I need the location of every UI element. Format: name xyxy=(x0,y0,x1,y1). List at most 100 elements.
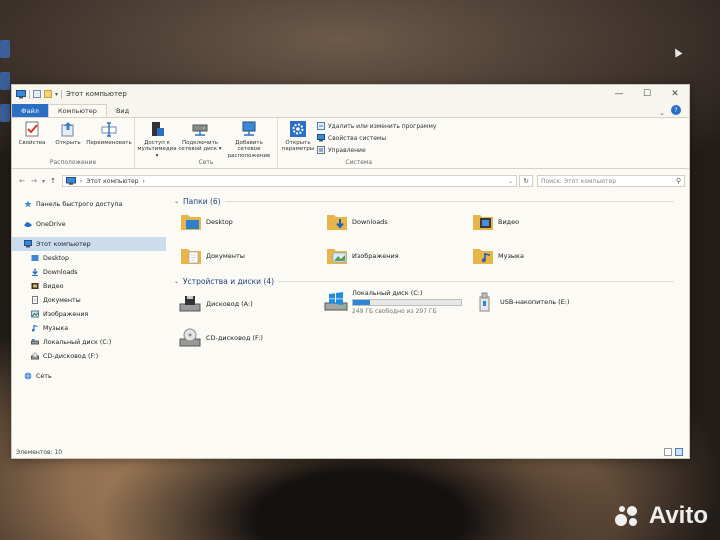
minimize-button[interactable]: — xyxy=(605,85,633,103)
main-area: Панель быстрого доступа OneDrive Этот ко… xyxy=(12,193,689,446)
folder-videos[interactable]: Видео xyxy=(472,211,519,233)
nav-cd-drive-f[interactable]: CD-дисковод (F:) xyxy=(12,349,166,363)
media-access-button[interactable]: Доступ к мультимедиа ▾ xyxy=(137,120,177,159)
status-bar: Элементов: 10 xyxy=(12,446,689,458)
rename-button[interactable]: Переименовать xyxy=(86,120,132,159)
add-network-location-button[interactable]: Добавить сетевое расположение xyxy=(224,120,274,159)
music-folder-icon xyxy=(473,249,493,264)
folder-desktop[interactable]: Desktop xyxy=(180,211,233,233)
tab-computer[interactable]: Компьютер xyxy=(47,104,107,117)
chevron-down-icon: ⌄ xyxy=(174,198,180,205)
properties-quick-icon[interactable] xyxy=(33,90,41,98)
recent-locations-chevron-icon[interactable]: ▾ xyxy=(40,178,47,185)
open-icon xyxy=(61,122,74,137)
tab-view[interactable]: Вид xyxy=(107,104,138,117)
desktop-shortcut-icon[interactable] xyxy=(0,104,10,122)
video-icon xyxy=(31,283,39,289)
help-icon[interactable]: ? xyxy=(671,105,681,115)
section-divider xyxy=(278,281,674,282)
navigation-pane: Панель быстрого доступа OneDrive Этот ко… xyxy=(12,193,166,446)
up-arrow-icon[interactable]: ↑ xyxy=(47,177,59,185)
drive-local-c[interactable]: Локальный диск (C:) 249 ГБ свободно из 2… xyxy=(324,289,462,315)
section-divider xyxy=(224,201,674,202)
refresh-icon[interactable]: ↻ xyxy=(519,175,533,187)
collapse-ribbon-icon[interactable]: ⌄ xyxy=(653,109,671,117)
folders-section-header[interactable]: ⌄ Папки (6) xyxy=(174,197,674,206)
ribbon-group-label: Система xyxy=(345,159,373,166)
avito-wordmark: Avito xyxy=(648,502,708,529)
desktop-shortcut-icon[interactable] xyxy=(0,72,10,90)
details-view-icon[interactable] xyxy=(664,448,672,456)
file-explorer-window: ▾ Этот компьютер — ☐ ✕ Файл Компьютер Ви… xyxy=(11,84,690,459)
system-properties-button[interactable]: Свойства системы xyxy=(317,133,436,143)
rename-icon xyxy=(101,122,117,137)
floppy-drive-icon xyxy=(179,296,201,312)
tab-file[interactable]: Файл xyxy=(12,104,48,117)
folder-documents[interactable]: Документы xyxy=(180,245,245,267)
ribbon: Свойства Открыть Переименовать Расположе… xyxy=(12,117,689,169)
windows-drive-icon xyxy=(324,292,348,311)
folder-pictures[interactable]: Изображения xyxy=(326,245,399,267)
nav-music[interactable]: Музыка xyxy=(12,321,166,335)
disk-usage-fill xyxy=(353,300,371,305)
new-folder-quick-icon[interactable] xyxy=(44,90,52,98)
ribbon-group-label: Расположение xyxy=(49,159,97,166)
quick-access-toolbar: ▾ xyxy=(16,89,63,99)
search-icon: ⚲ xyxy=(675,177,681,185)
properties-icon xyxy=(25,121,39,137)
ribbon-group-label: Сеть xyxy=(198,159,214,166)
uninstall-program-button[interactable]: Удалить или изменить программу xyxy=(317,121,436,131)
desktop-shortcut-icon[interactable] xyxy=(0,40,10,58)
breadcrumb-separator-icon: › xyxy=(142,177,145,185)
search-input[interactable]: Поиск: Этот компьютер ⚲ xyxy=(537,175,685,187)
open-settings-button[interactable]: Открыть параметры xyxy=(281,120,315,159)
usb-drive-icon xyxy=(479,292,490,312)
drive-floppy-a[interactable]: Дисковод (A:) xyxy=(178,293,253,315)
document-icon xyxy=(32,296,38,304)
forward-arrow-icon[interactable]: → xyxy=(28,177,40,185)
folder-music[interactable]: Музыка xyxy=(472,245,524,267)
large-icons-view-icon[interactable] xyxy=(675,448,683,456)
open-button[interactable]: Открыть xyxy=(51,120,85,159)
ribbon-group-system: Открыть параметры Удалить или изменить п… xyxy=(278,118,439,168)
cd-drive-icon xyxy=(179,328,201,347)
nav-desktop[interactable]: Desktop xyxy=(12,251,166,265)
close-button[interactable]: ✕ xyxy=(661,85,689,103)
drive-usb-e[interactable]: USB-накопитель (E:) xyxy=(472,291,570,313)
address-history-chevron-icon[interactable]: ⌄ xyxy=(508,178,513,185)
network-drive-icon xyxy=(192,124,208,136)
ribbon-group-location: Свойства Открыть Переименовать Расположе… xyxy=(12,118,135,168)
nav-downloads[interactable]: Downloads xyxy=(12,265,166,279)
nav-onedrive[interactable]: OneDrive xyxy=(12,217,166,231)
maximize-button[interactable]: ☐ xyxy=(633,85,661,103)
nav-quick-access[interactable]: Панель быстрого доступа xyxy=(12,197,166,211)
properties-button[interactable]: Свойства xyxy=(15,120,49,159)
disk-usage-bar xyxy=(352,299,462,306)
manage-button[interactable]: Управление xyxy=(317,145,436,155)
desktop-folder-icon xyxy=(181,215,201,230)
address-input[interactable]: › Этот компьютер › ⌄ xyxy=(62,175,517,187)
uninstall-icon xyxy=(317,122,325,130)
content-pane: ⌄ Папки (6) Desktop Downloads Видео Доку… xyxy=(166,193,689,446)
back-arrow-icon[interactable]: ← xyxy=(16,177,28,185)
computer-icon xyxy=(24,240,32,248)
item-count: Элементов: 10 xyxy=(16,448,63,456)
network-icon xyxy=(24,372,32,380)
nav-this-pc[interactable]: Этот компьютер xyxy=(12,237,166,251)
nav-pictures[interactable]: Изображения xyxy=(12,307,166,321)
folder-downloads[interactable]: Downloads xyxy=(326,211,388,233)
nav-network[interactable]: Сеть xyxy=(12,369,166,383)
customize-toolbar-chevron-icon[interactable]: ▾ xyxy=(55,91,58,98)
breadcrumb-this-pc[interactable]: Этот компьютер xyxy=(86,178,138,185)
star-icon xyxy=(24,200,32,208)
chevron-down-icon: ⌄ xyxy=(174,278,180,285)
pictures-folder-icon xyxy=(327,249,347,264)
nav-videos[interactable]: Видео xyxy=(12,279,166,293)
download-arrow-icon xyxy=(32,268,38,276)
nav-documents[interactable]: Документы xyxy=(12,293,166,307)
map-network-drive-button[interactable]: Подключить сетевой диск ▾ xyxy=(178,120,222,159)
drive-cd-f[interactable]: CD-дисковод (F:) xyxy=(178,327,263,349)
nav-local-disk-c[interactable]: Локальный диск (C:) xyxy=(12,335,166,349)
devices-section-header[interactable]: ⌄ Устройства и диски (4) xyxy=(174,277,674,286)
computer-icon xyxy=(66,177,76,185)
